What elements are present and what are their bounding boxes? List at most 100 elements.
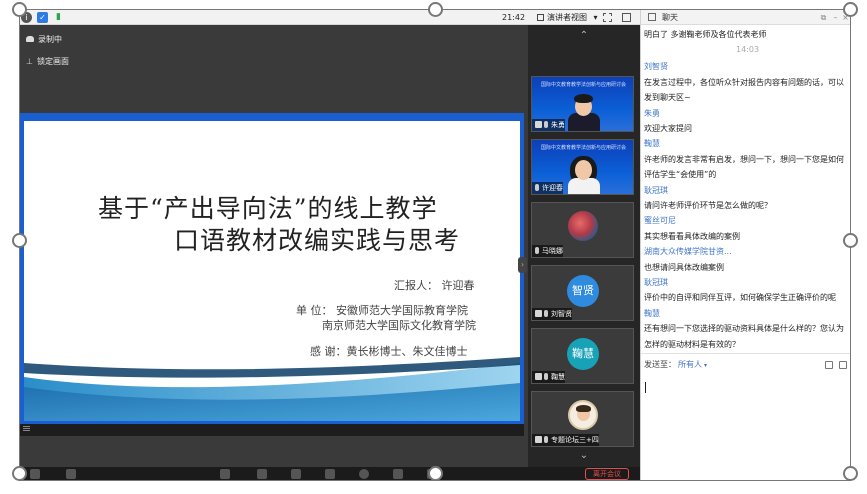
chat-input[interactable] [641, 372, 850, 480]
members-icon[interactable] [291, 469, 301, 479]
participant-tile[interactable]: 鞠慧 鞠慧 [531, 328, 634, 384]
participant-name-bar: 朱勇 [532, 119, 565, 131]
view-switch-label: 演讲者视图 [547, 13, 587, 22]
participant-avatar: 智贤 [567, 275, 599, 307]
chat-icon [648, 13, 656, 21]
send-target-dropdown[interactable]: 所有人 ▾ [678, 358, 707, 373]
chat-message-text: 怎样的驱动材料是有效的？ [644, 339, 740, 349]
chat-message-text: 在发言过程中，各位听众针对报告内容有问题的话，可以 [644, 77, 844, 87]
slide-unit-line2: 南京师范大学国际文化教育学院 [322, 319, 476, 332]
mic-icon [544, 121, 548, 128]
shield-icon[interactable]: ✓ [37, 12, 48, 23]
camera-off-icon[interactable] [66, 469, 76, 479]
mic-icon[interactable] [30, 469, 40, 479]
mic-icon [535, 247, 539, 254]
leave-meeting-button[interactable]: 离开会议 [585, 468, 629, 480]
cloud-recording-icon [26, 36, 34, 42]
share-screen-icon[interactable] [220, 469, 230, 479]
menu-icon[interactable] [23, 426, 30, 427]
participant-avatar: 鞠慧 [567, 338, 599, 370]
minimize-icon[interactable]: – [831, 12, 840, 23]
participant-name-bar: 刘智贤 [532, 308, 572, 320]
resize-handle-top[interactable] [428, 2, 443, 17]
grid-view-icon [537, 14, 544, 21]
lock-view-badge[interactable]: ⊥ 锁定画面 [26, 56, 69, 68]
scroll-up-button[interactable]: ⌃ [528, 25, 640, 47]
chat-message-text: 其实想看看具体改编的案例 [644, 231, 740, 241]
participant-name: 朱勇 [551, 121, 565, 129]
apps-icon[interactable] [393, 469, 403, 479]
mic-icon [535, 184, 539, 191]
chat-message-text: 也想请问具体改编案例 [644, 262, 724, 272]
lock-view-label: 锁定画面 [37, 57, 69, 66]
send-target-value: 所有人 [678, 360, 702, 369]
collapse-handle[interactable]: › [518, 257, 527, 273]
top-bar: i ✓ ▮ 21:42 演讲者视图 ▾ [20, 10, 640, 25]
chat-sender-name: 耿冠琪 [644, 278, 668, 287]
view-switch-dropdown[interactable]: 演讲者视图 ▾ [533, 10, 598, 25]
resize-handle-top-right[interactable] [843, 2, 858, 17]
chat-sender-name: 刘智贤 [644, 62, 668, 72]
window-mode-icon[interactable] [622, 13, 631, 22]
participant-list: ⌃ 国际中文教育教学法创新与应用研讨会 朱勇 国际中文教育教学法创新与应用研讨会… [528, 25, 640, 467]
resize-handle-bottom-left[interactable] [12, 466, 27, 481]
participant-tile[interactable]: 国际中文教育教学法创新与应用研讨会 朱勇 [531, 76, 634, 132]
mic-icon [544, 310, 548, 317]
chat-sender-name: 鞠慧 [644, 139, 660, 149]
chevron-down-icon: ▾ [704, 362, 708, 369]
file-icon[interactable] [825, 361, 833, 369]
participant-tile[interactable]: 智贤 刘智贤 [531, 265, 634, 321]
resize-handle-bottom-right[interactable] [843, 466, 858, 481]
text-caret [645, 382, 646, 393]
meeting-time: 21:42 [502, 13, 526, 22]
recording-badge[interactable]: 录制中 [26, 34, 62, 46]
participant-tile[interactable]: 专题论坛三+四 [531, 391, 634, 447]
chat-message-list[interactable]: 明白了 多谢鞠老师及各位代表老师 14:03 刘智贤 在发言过程中，各位听众针对报告内… [641, 25, 850, 353]
chat-sender-name: 鞠慧 [644, 308, 660, 318]
chat-message-text: 还有想问一下您选择的驱动资料具体是什么样的？您认为 [644, 324, 844, 334]
chat-sender-name: 蜜丝可尼 [644, 216, 676, 226]
fullscreen-icon[interactable] [603, 13, 612, 22]
mic-icon [544, 373, 548, 380]
user-icon [535, 121, 542, 128]
chat-sender-name: 湖南大众传媒学院甘资... [644, 247, 732, 257]
participant-tile[interactable]: 马晓娜 [531, 202, 634, 258]
user-icon [535, 310, 542, 317]
presentation-slide: 基于“产出导向法”的线上教学 口语教材改编实践与思考 汇报人： 许迎春 单 位：… [24, 121, 520, 421]
mic-icon [544, 436, 548, 443]
resize-handle-bottom[interactable] [428, 466, 443, 481]
chat-title: 聊天 [662, 13, 678, 22]
resize-handle-right[interactable] [843, 233, 858, 248]
participant-name: 鞠慧 [551, 373, 565, 381]
participant-name-bar: 鞠慧 [532, 371, 565, 383]
chat-message-text: 评估学生“会使用”的 [644, 170, 717, 180]
chat-sender-name: 朱勇 [644, 108, 660, 118]
participant-name: 马晓娜 [542, 247, 563, 255]
manage-members-icon[interactable] [325, 469, 335, 479]
slide-title-line1: 基于“产出导向法”的线上教学 [98, 194, 438, 223]
tile-banner: 国际中文教育教学法创新与应用研讨会 [540, 82, 626, 88]
signal-icon[interactable]: ▮ [53, 12, 64, 23]
slide-title-line2: 口语教材改编实践与思考 [174, 226, 461, 255]
record-icon[interactable] [359, 469, 369, 479]
participant-name: 刘智贤 [551, 310, 572, 318]
popout-icon[interactable]: ⧉ [819, 12, 828, 23]
image-icon[interactable] [839, 361, 847, 369]
participant-name: 许迎春 [542, 184, 563, 192]
participant-tile[interactable]: 国际中文教育教学法创新与应用研讨会 许迎春 [531, 139, 634, 195]
invite-icon[interactable] [257, 469, 267, 479]
resize-handle-left[interactable] [12, 233, 27, 248]
chat-message-text: 许老师的发言非常有启发，想问一下，想问一下您是如何 [644, 154, 844, 164]
shared-screen-area: 录制中 ⊥ 锁定画面 基于“产出导向法”的线上教学 口语教材改编实践与思考 汇报人… [20, 25, 528, 467]
tile-banner: 国际中文教育教学法创新与应用研讨会 [540, 145, 626, 151]
scroll-down-button[interactable]: ⌄ [528, 445, 640, 467]
chat-message-text: 明白了 多谢鞠老师及各位代表老师 [644, 30, 767, 39]
chat-message-text: 欢迎大家提问 [644, 124, 692, 133]
recording-label: 录制中 [38, 35, 62, 44]
participant-video [562, 152, 606, 194]
user-icon [535, 373, 542, 380]
chevron-down-icon: ▾ [593, 13, 598, 22]
resize-handle-top-left[interactable] [12, 2, 27, 17]
chat-message-text: 请问许老师评价环节是怎么做的呢？ [644, 201, 772, 210]
pin-icon: ⊥ [26, 57, 33, 66]
